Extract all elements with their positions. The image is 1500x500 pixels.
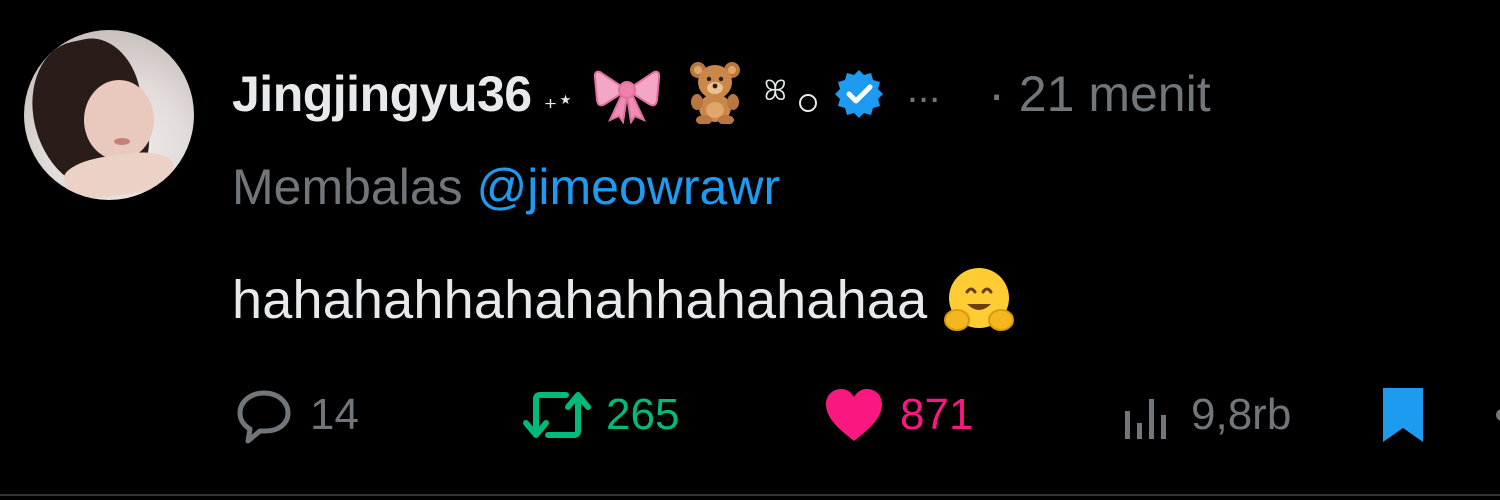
views-count: 9,8rb (1191, 390, 1292, 439)
ribbon-icon (592, 60, 662, 129)
tweet-body: hahahahhahahahhahahahaa (232, 270, 928, 330)
avatar-face (84, 80, 154, 160)
tweet-card[interactable]: Jingjingyu36 ₊⋆ ꕤ ... · 21 menit Membala… (0, 0, 1500, 500)
hugging-face-icon (944, 268, 1015, 331)
retweet-count: 265 (606, 390, 680, 439)
bookmark-button[interactable] (1379, 385, 1427, 445)
reply-prefix: Membalas (232, 159, 463, 215)
author-display-name[interactable]: Jingjingyu36 (232, 65, 532, 123)
reply-button[interactable]: 14 (232, 385, 359, 445)
small-circle-icon (798, 94, 817, 112)
sparkle-decoration: ₊⋆ (543, 83, 574, 114)
flower-decoration: ꕤ (763, 74, 787, 106)
share-icon (1496, 409, 1500, 421)
timestamp[interactable]: · 21 menit (988, 65, 1210, 123)
avatar-lip (114, 138, 130, 145)
like-count: 871 (900, 390, 974, 439)
bookmark-icon (1383, 388, 1423, 442)
analytics-icon (1125, 399, 1166, 439)
replying-to: Membalas @jimeowrawr (232, 158, 780, 216)
avatar[interactable] (24, 30, 194, 200)
retweet-button[interactable]: 265 (522, 385, 679, 445)
reply-handle-link[interactable]: @jimeowrawr (477, 159, 781, 215)
more-options-button[interactable]: ... (907, 67, 940, 112)
tweet-actions: 14 265 871 9,8rb (232, 385, 1500, 445)
verified-badge-icon (834, 70, 883, 118)
views-button[interactable]: 9,8rb (1117, 385, 1291, 445)
share-button[interactable] (1492, 385, 1500, 445)
divider (0, 494, 1500, 496)
tweet-text: hahahahhahahahhahahahaa (232, 262, 1017, 338)
teddy-bear-icon (680, 60, 750, 129)
heart-icon (826, 389, 882, 441)
reply-icon (237, 390, 291, 444)
like-button[interactable]: 871 (822, 385, 973, 445)
reply-count: 14 (310, 390, 359, 439)
retweet-icon (523, 392, 591, 438)
tweet-header: Jingjingyu36 ₊⋆ ꕤ ... · 21 menit (232, 60, 1211, 129)
